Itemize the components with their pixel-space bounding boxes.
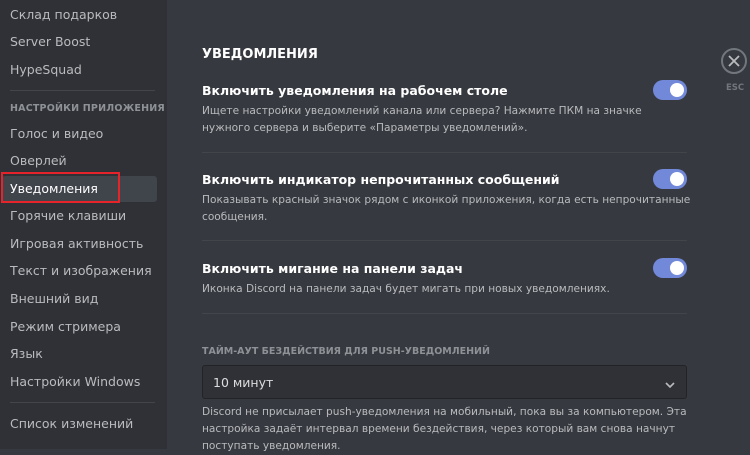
chevron-down-icon <box>664 376 676 389</box>
sidebar-item-server-boost[interactable]: Server Boost <box>2 29 157 55</box>
sidebar-item-voice-video[interactable]: Голос и видео <box>2 121 157 147</box>
option-unread-badge-desc: Показывать красный значок рядом с иконко… <box>202 194 691 223</box>
divider <box>202 313 687 314</box>
toggle-knob <box>670 261 684 275</box>
sidebar-divider <box>10 402 155 403</box>
push-timeout-value: 10 минут <box>213 375 274 390</box>
option-desktop-notifications-desc: Ищете настройки уведомлений канала или с… <box>202 105 642 134</box>
sidebar-item-hypesquad[interactable]: HypeSquad <box>2 57 157 83</box>
sidebar-item-notifications[interactable]: Уведомления <box>2 176 157 202</box>
settings-content: УВЕДОМЛЕНИЯ Включить уведомления на рабо… <box>167 0 750 452</box>
option-desktop-notifications-title: Включить уведомления на рабочем столе <box>202 83 508 98</box>
sidebar-item-streamer-mode[interactable]: Режим стримера <box>2 314 157 340</box>
sidebar-section-header: НАСТРОЙКИ ПРИЛОЖЕНИЯ <box>10 103 165 114</box>
sidebar-item-changelog[interactable]: Список изменений <box>2 411 157 437</box>
settings-sidebar: Склад подарков Server Boost HypeSquad НА… <box>0 0 167 449</box>
page-title: УВЕДОМЛЕНИЯ <box>202 47 318 62</box>
option-unread-badge-title: Включить индикатор непрочитанных сообщен… <box>202 172 560 187</box>
close-icon <box>728 55 740 67</box>
sidebar-divider <box>10 90 155 91</box>
option-taskbar-flash-title: Включить мигание на панели задач <box>202 261 464 276</box>
close-button[interactable] <box>721 48 747 74</box>
push-timeout-desc: Discord не присылает push-уведомления на… <box>202 406 687 452</box>
toggle-knob <box>670 172 684 186</box>
esc-label: ESC <box>726 83 745 93</box>
sidebar-item-text-images[interactable]: Текст и изображения <box>2 258 157 284</box>
toggle-desktop-notifications[interactable] <box>653 80 687 100</box>
divider <box>202 240 687 241</box>
push-timeout-select[interactable]: 10 минут <box>202 365 687 399</box>
divider <box>202 152 687 153</box>
toggle-knob <box>670 83 684 97</box>
option-taskbar-flash-desc: Иконка Discord на панели задач будет миг… <box>202 283 610 295</box>
sidebar-item-keybinds[interactable]: Горячие клавиши <box>2 203 157 229</box>
toggle-unread-badge[interactable] <box>653 169 687 189</box>
push-timeout-label: ТАЙМ-АУТ БЕЗДЕЙСТВИЯ ДЛЯ PUSH-УВЕДОМЛЕНИ… <box>202 346 490 357</box>
sidebar-item-language[interactable]: Язык <box>2 341 157 367</box>
sidebar-item-appearance[interactable]: Внешний вид <box>2 286 157 312</box>
sidebar-item-windows-settings[interactable]: Настройки Windows <box>2 369 157 395</box>
toggle-taskbar-flash[interactable] <box>653 258 687 278</box>
sidebar-item-overlay[interactable]: Оверлей <box>2 148 157 174</box>
sidebar-item-game-activity[interactable]: Игровая активность <box>2 231 157 257</box>
sidebar-item-gift-inventory[interactable]: Склад подарков <box>2 2 157 28</box>
